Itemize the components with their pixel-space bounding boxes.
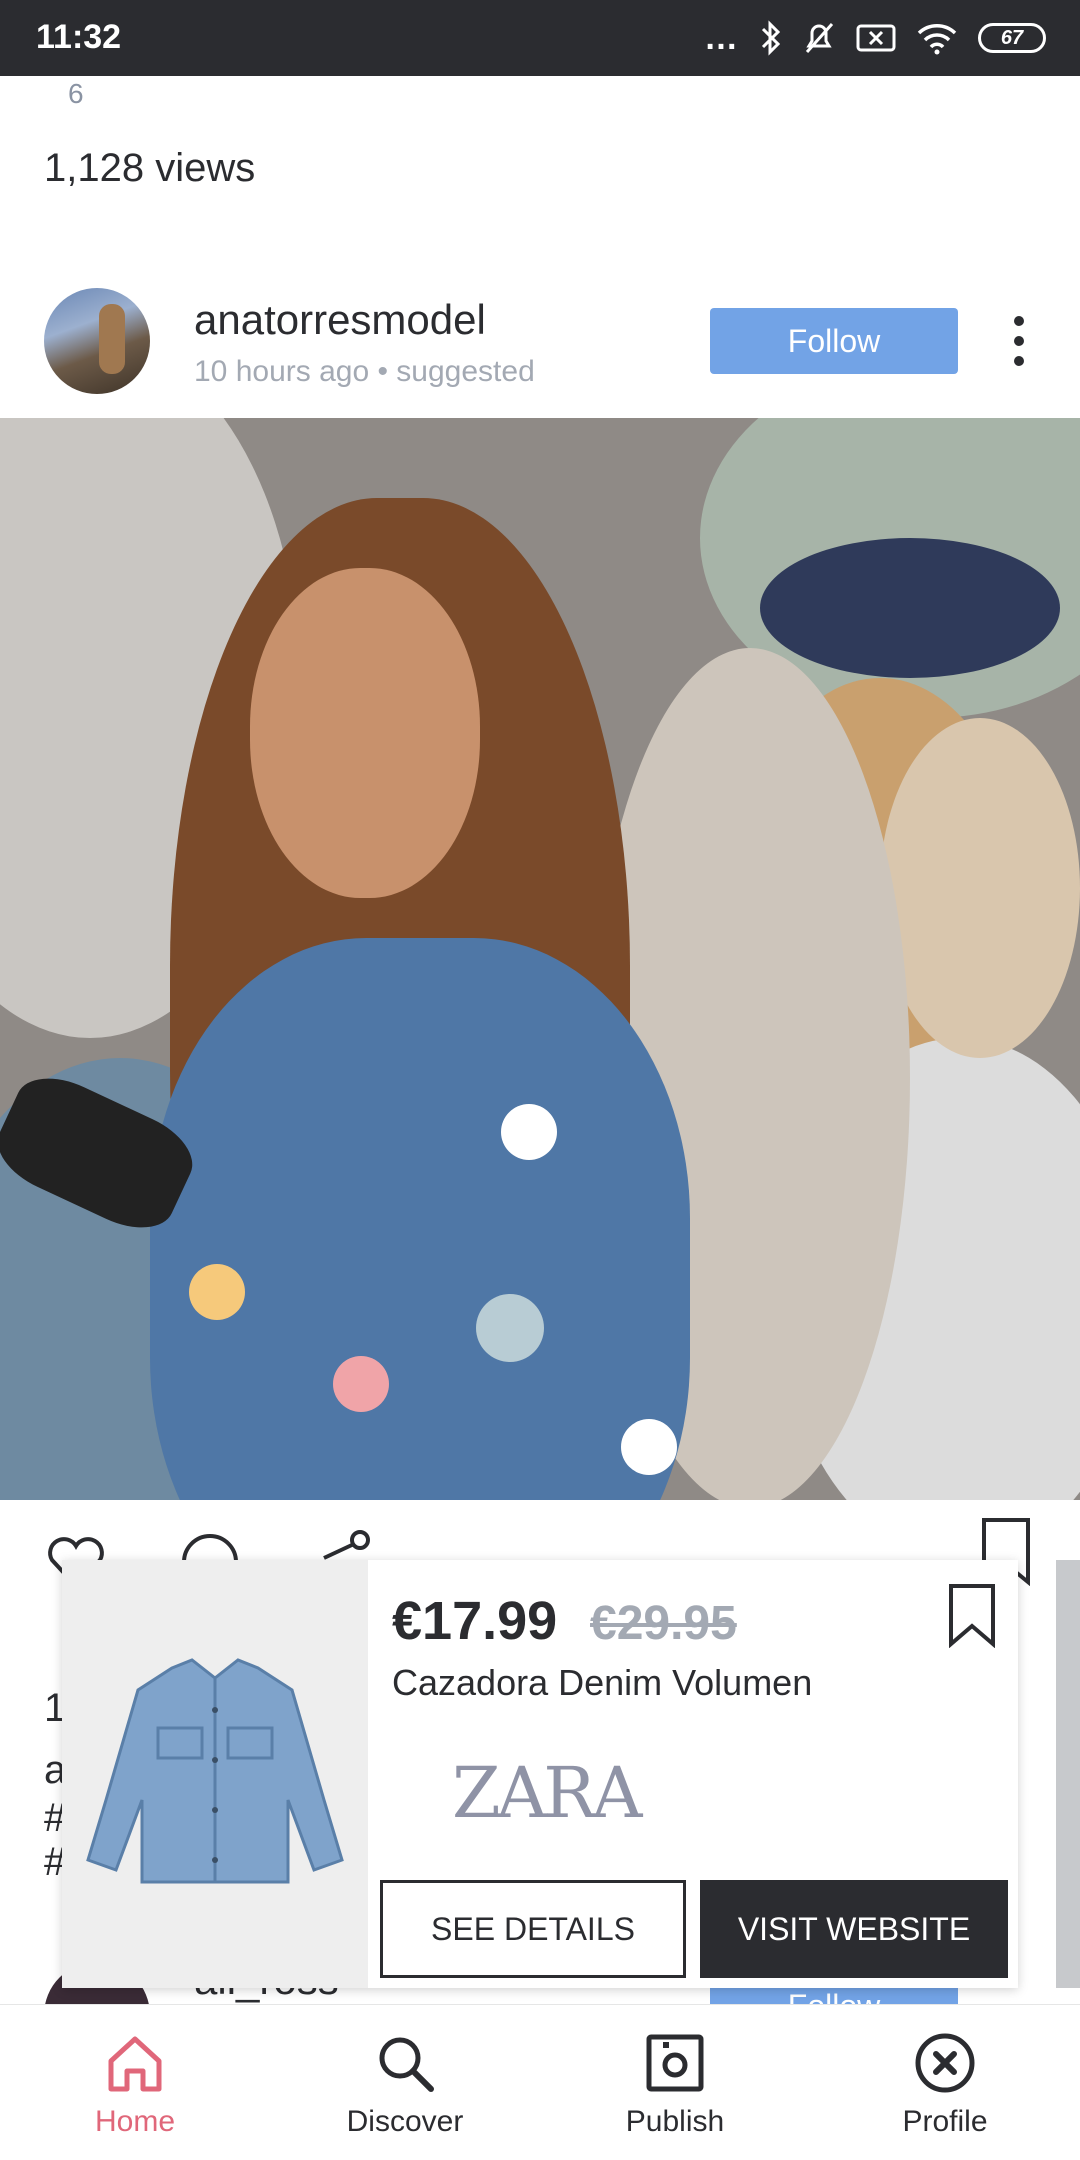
home-icon <box>108 2036 162 2092</box>
product-card[interactable]: €17.99 €29.95 Cazadora Denim Volumen ZAR… <box>62 1560 1018 1988</box>
product-image[interactable] <box>62 1560 368 1988</box>
follow-button[interactable]: Follow <box>710 308 958 374</box>
nav-home-label: Home <box>94 2105 176 2138</box>
post-username[interactable]: anatorresmodel <box>194 296 486 344</box>
visit-website-button[interactable]: VISIT WEBSITE <box>700 1880 1008 1978</box>
wifi-icon <box>917 24 957 55</box>
nav-home[interactable]: Home <box>0 2005 270 2160</box>
sim-off-icon <box>856 24 896 52</box>
nav-profile[interactable]: Profile <box>810 2005 1080 2160</box>
bottom-nav: Home Discover Publish Profile <box>0 2004 1080 2160</box>
next-product-card[interactable] <box>1056 1560 1080 1988</box>
more-notifications-icon: … <box>704 19 740 57</box>
bell-off-icon <box>805 23 834 53</box>
more-options-icon[interactable] <box>1002 316 1036 366</box>
see-details-button[interactable]: SEE DETAILS <box>380 1880 686 1978</box>
product-tag[interactable] <box>189 1264 245 1320</box>
search-icon <box>379 2037 434 2092</box>
bluetooth-icon <box>761 20 781 56</box>
views-count: 1,128 views <box>44 146 256 190</box>
nav-discover[interactable]: Discover <box>270 2005 540 2160</box>
avatar[interactable] <box>44 288 150 394</box>
post-meta: 10 hours ago • suggested <box>194 355 535 388</box>
product-tag[interactable] <box>501 1104 557 1160</box>
previous-post-count: 6 <box>68 78 84 109</box>
product-price: €17.99 <box>392 1591 558 1651</box>
denim-jacket-image <box>86 1658 344 1884</box>
brand-logo: ZARA <box>452 1752 642 1834</box>
status-icons: … 67 <box>704 18 1046 58</box>
close-circle-icon <box>915 2033 975 2093</box>
product-tag[interactable] <box>621 1419 677 1475</box>
battery-icon: 67 <box>978 23 1046 53</box>
product-name: Cazadora Denim Volumen <box>392 1662 813 1703</box>
status-time: 11:32 <box>36 18 122 56</box>
status-bar: 11:32 … 67 <box>0 0 1080 76</box>
product-tag[interactable] <box>476 1294 544 1362</box>
nav-profile-label: Profile <box>902 2105 988 2138</box>
post-photo[interactable] <box>0 418 1080 1500</box>
save-product-icon[interactable] <box>946 1582 998 1648</box>
product-tag[interactable] <box>333 1356 389 1412</box>
nav-discover-label: Discover <box>346 2105 464 2138</box>
nav-publish[interactable]: Publish <box>540 2005 810 2160</box>
nav-publish-label: Publish <box>625 2105 725 2138</box>
product-original-price: €29.95 <box>590 1597 737 1650</box>
camera-icon <box>646 2034 704 2092</box>
